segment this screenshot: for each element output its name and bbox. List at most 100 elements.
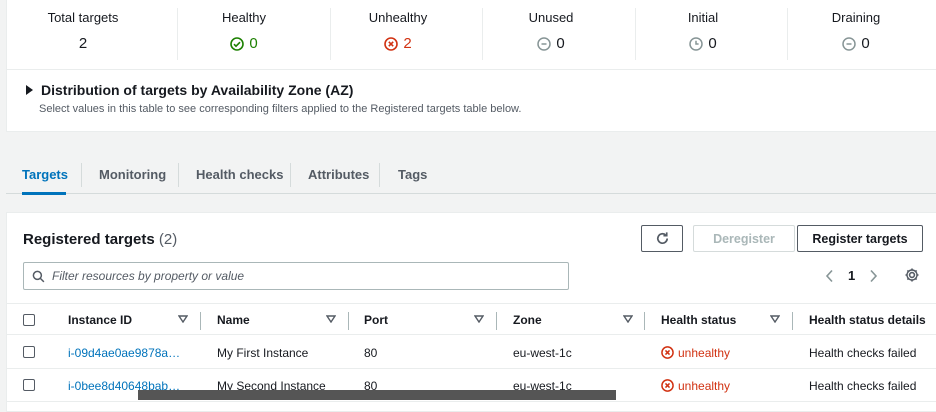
row-checkbox[interactable]	[23, 346, 35, 358]
metric-initial: Initial 0	[638, 10, 768, 52]
clock-icon	[689, 36, 704, 51]
filter-box	[23, 262, 569, 290]
search-icon	[32, 270, 45, 282]
sort-icon[interactable]	[178, 315, 188, 323]
metric-healthy: Healthy 0	[179, 10, 309, 52]
chevron-left-icon[interactable]	[825, 269, 834, 283]
tab-tags[interactable]: Tags	[398, 156, 427, 192]
metric-total-value[interactable]: 2	[79, 35, 87, 52]
minus-circle-icon	[537, 36, 552, 51]
az-distribution-toggle[interactable]: Distribution of targets by Availability …	[23, 82, 521, 98]
row-checkbox[interactable]	[23, 379, 35, 391]
sort-icon[interactable]	[326, 315, 336, 323]
divider	[177, 8, 178, 60]
column-resizer[interactable]	[200, 312, 201, 330]
health-status-details: Health checks failed	[809, 345, 917, 360]
tab-monitoring[interactable]: Monitoring	[99, 156, 166, 192]
refresh-button[interactable]	[641, 225, 683, 252]
col-zone[interactable]: Zone	[513, 304, 542, 336]
metric-unused-label: Unused	[528, 10, 574, 25]
metric-unused: Unused 0	[486, 10, 616, 52]
gear-icon[interactable]	[904, 267, 920, 283]
col-instance-id[interactable]: Instance ID	[68, 304, 132, 336]
metric-draining: Draining 0	[791, 10, 921, 52]
sort-icon[interactable]	[770, 315, 780, 323]
metric-draining-value[interactable]: 0	[861, 35, 869, 52]
table-header: Instance ID Name Port Zone Health status…	[7, 303, 936, 335]
metric-healthy-value[interactable]: 0	[249, 35, 257, 52]
register-targets-button[interactable]: Register targets	[797, 225, 923, 252]
divider	[635, 8, 636, 60]
az-distribution-title: Distribution of targets by Availability …	[41, 82, 354, 98]
az-distribution-description: Select values in this table to see corre…	[39, 103, 522, 115]
health-status-details: Health checks failed	[809, 378, 917, 393]
metric-initial-value[interactable]: 0	[708, 35, 716, 52]
col-health-status-details[interactable]: Health status details	[809, 304, 926, 336]
metric-initial-label: Initial	[687, 10, 719, 25]
az-distribution-section: Distribution of targets by Availability …	[23, 82, 521, 115]
tab-attributes[interactable]: Attributes	[308, 156, 369, 192]
divider	[482, 8, 483, 60]
table-row[interactable]: i-09d4ae0ae9878a… My First Instance 80 e…	[7, 336, 936, 369]
col-port[interactable]: Port	[364, 304, 388, 336]
tab-attributes-label: Attributes	[308, 166, 370, 182]
tab-health-checks[interactable]: Health checks	[196, 156, 283, 192]
health-status: unhealthy	[661, 369, 730, 402]
select-all-checkbox[interactable]	[23, 314, 35, 326]
tab-monitoring-label: Monitoring	[99, 166, 167, 182]
col-name[interactable]: Name	[217, 304, 250, 336]
refresh-icon	[656, 232, 668, 244]
metric-unhealthy-label: Unhealthy	[368, 10, 428, 25]
x-circle-icon	[384, 36, 399, 51]
column-resizer[interactable]	[792, 312, 793, 330]
metric-draining-label: Draining	[831, 10, 881, 25]
divider	[81, 163, 82, 187]
metric-unhealthy-value[interactable]: 2	[403, 35, 411, 52]
tab-tags-label: Tags	[398, 166, 428, 182]
sort-icon[interactable]	[474, 315, 484, 323]
divider	[290, 163, 291, 187]
instance-id-link[interactable]: i-09d4ae0ae9878a…	[68, 336, 180, 369]
column-resizer[interactable]	[644, 312, 645, 330]
metric-unused-value[interactable]: 0	[556, 35, 564, 52]
metric-total-label: Total targets	[47, 10, 119, 25]
tab-targets[interactable]: Targets	[22, 156, 68, 195]
minus-circle-icon	[842, 36, 857, 51]
registered-targets-panel: Registered targets (2) Deregister Regist…	[6, 212, 936, 412]
metric-healthy-label: Healthy	[221, 10, 267, 25]
x-circle-icon	[661, 346, 674, 359]
health-status-label: unhealthy	[678, 345, 731, 360]
col-health-status[interactable]: Health status	[661, 304, 736, 336]
active-tab-indicator	[22, 192, 66, 195]
registered-targets-heading: Registered targets (2)	[23, 231, 177, 248]
check-circle-icon	[230, 36, 245, 51]
health-status: unhealthy	[661, 336, 730, 369]
filter-input[interactable]	[52, 269, 532, 283]
pagination: 1	[825, 268, 878, 283]
x-circle-icon	[661, 379, 674, 392]
health-status-label: unhealthy	[678, 378, 731, 393]
chevron-right-icon[interactable]	[869, 269, 878, 283]
caret-right-icon	[26, 85, 33, 95]
port-value: 80	[364, 345, 378, 360]
target-counts-row: Total targets 2 Healthy 0 Unhealthy 2 Un…	[7, 0, 936, 70]
column-resizer[interactable]	[496, 312, 497, 330]
divider	[379, 163, 380, 187]
deregister-button[interactable]: Deregister	[693, 225, 795, 252]
tooltip-overlay	[138, 390, 616, 400]
page-number[interactable]: 1	[848, 268, 855, 283]
divider	[178, 163, 179, 187]
column-resizer[interactable]	[348, 312, 349, 330]
metric-total: Total targets 2	[18, 10, 148, 52]
metric-unhealthy: Unhealthy 2	[333, 10, 463, 52]
instance-name: My First Instance	[217, 345, 309, 360]
tab-health-checks-label: Health checks	[196, 166, 284, 182]
zone-value: eu-west-1c	[513, 345, 572, 360]
divider	[330, 8, 331, 60]
tab-targets-label: Targets	[22, 166, 68, 182]
divider	[787, 8, 788, 60]
registered-targets-count: (2)	[158, 231, 178, 248]
tab-bar: Targets Monitoring Health checks Attribu…	[6, 156, 936, 195]
target-summary-panel: Total targets 2 Healthy 0 Unhealthy 2 Un…	[6, 0, 936, 132]
sort-icon[interactable]	[623, 315, 633, 323]
